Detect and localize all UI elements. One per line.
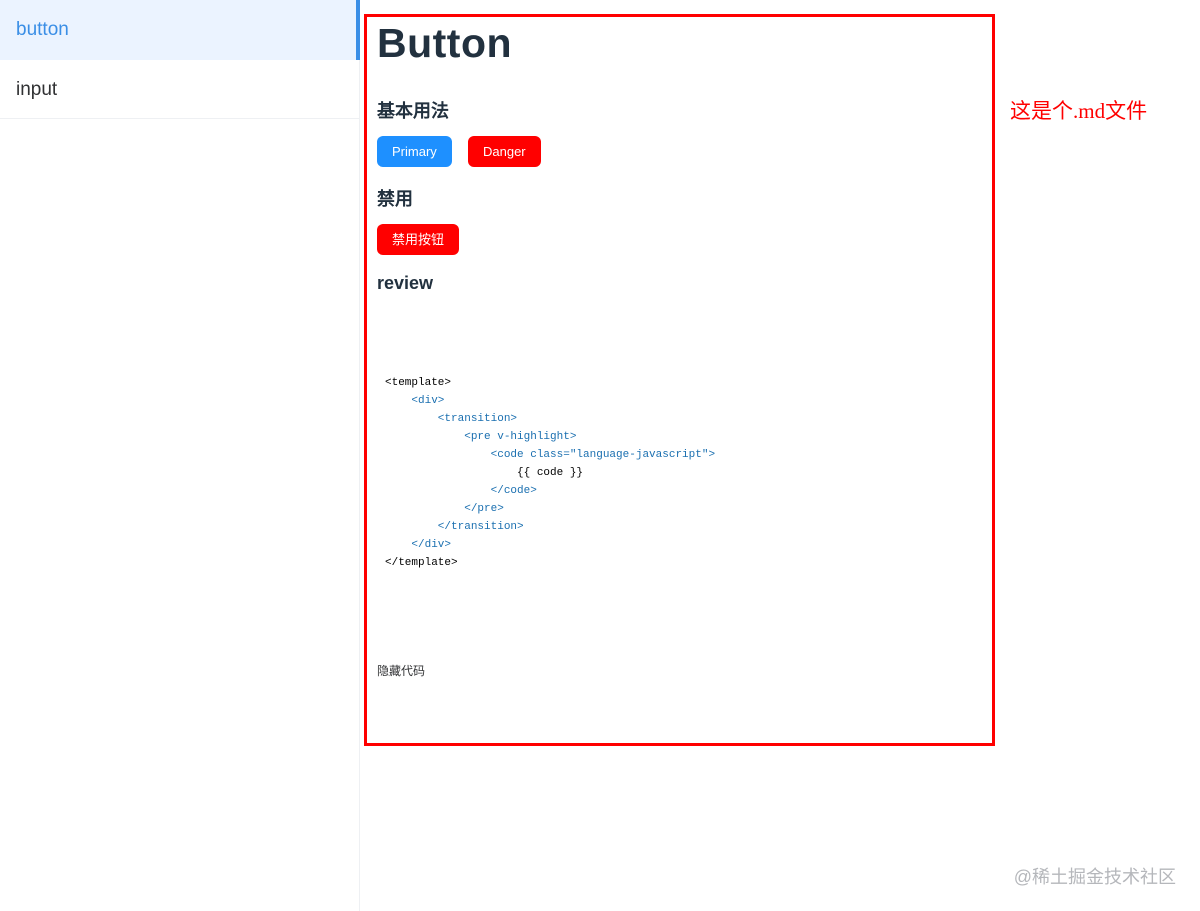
sidebar-item-label: button xyxy=(16,19,69,40)
code-line: </div> xyxy=(385,539,452,551)
sidebar: button input xyxy=(0,0,360,911)
code-line: <div> xyxy=(385,395,445,407)
code-line: </template> xyxy=(385,557,458,569)
code-block: <template> <div> <transition> <pre v-hig… xyxy=(385,374,715,572)
danger-button[interactable]: Danger xyxy=(468,136,541,167)
watermark: @稀土掘金技术社区 xyxy=(1013,867,1176,887)
disabled-button[interactable]: 禁用按钮 xyxy=(377,224,460,255)
sidebar-item-input[interactable]: input xyxy=(0,60,359,119)
primary-button[interactable]: Primary xyxy=(377,136,452,167)
sidebar-item-label: input xyxy=(16,79,58,100)
hide-code-toggle[interactable]: 隐藏代码 xyxy=(377,662,425,679)
page: button input Button 基本用法 Primary Danger … xyxy=(0,0,1200,911)
code-line: <code class="language-javascript"> xyxy=(385,449,716,461)
sidebar-item-button[interactable]: button xyxy=(0,0,360,60)
code-line: <transition> xyxy=(385,413,518,425)
md-file-annotation: 这是个.md文件 xyxy=(1010,99,1148,123)
code-line: </code> xyxy=(385,485,537,497)
code-line: <template> xyxy=(385,377,452,389)
section-title-review: review xyxy=(377,273,434,293)
page-title: Button xyxy=(377,20,513,66)
code-line: </transition> xyxy=(385,521,524,533)
code-line: {{ code }} xyxy=(385,467,584,479)
section-title-disabled: 禁用 xyxy=(377,189,413,209)
code-line: </pre> xyxy=(385,503,504,515)
code-line: <pre v-highlight> xyxy=(385,431,577,443)
section-title-basic: 基本用法 xyxy=(377,101,449,121)
